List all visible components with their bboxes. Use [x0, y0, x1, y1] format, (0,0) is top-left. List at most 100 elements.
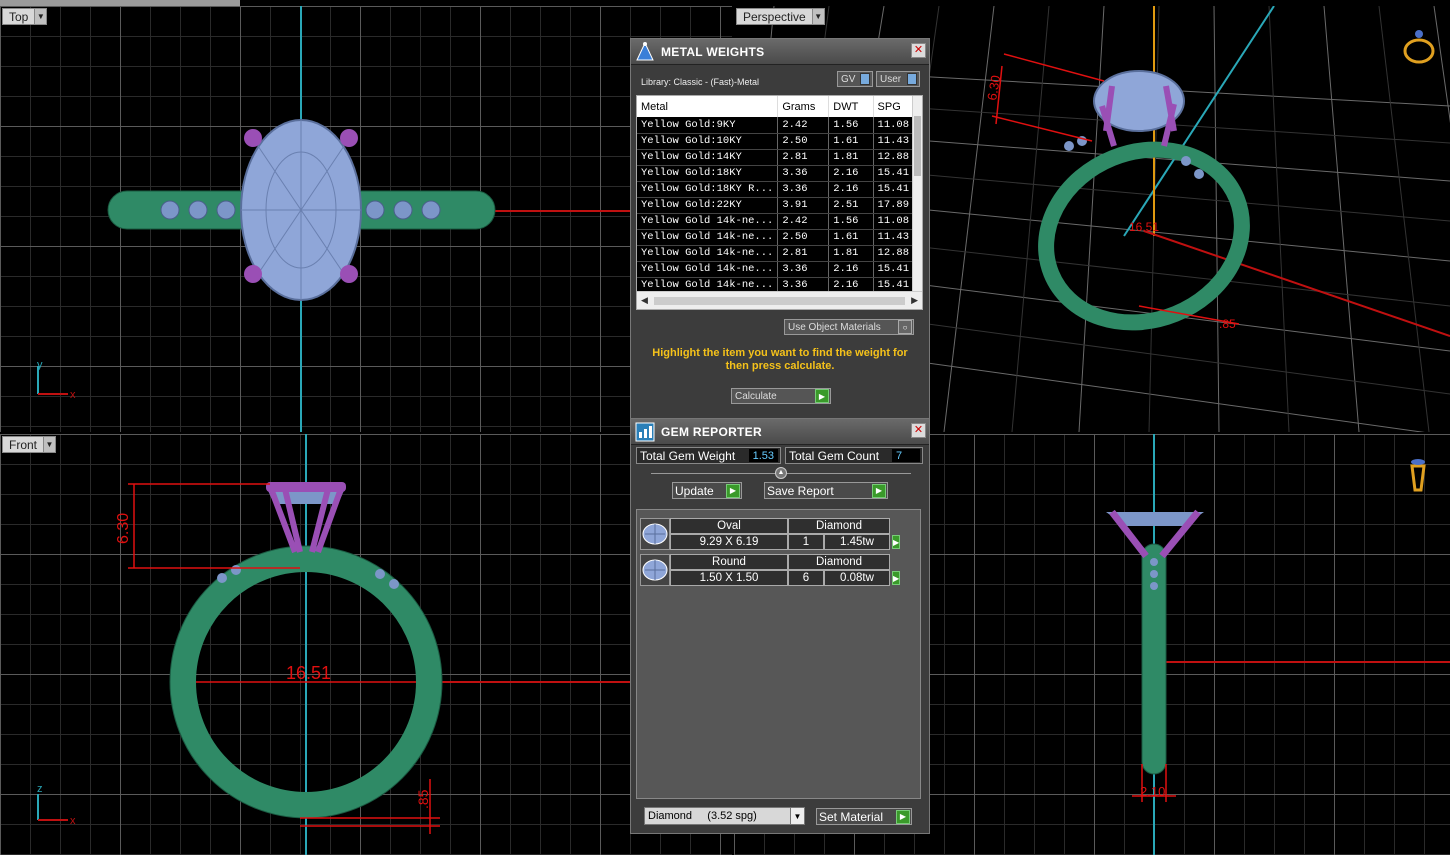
table-cell: Yellow Gold 14k-ne... [637, 245, 779, 262]
total-gem-weight-label: Total Gem Weight [640, 448, 736, 463]
column-header[interactable]: DWT [828, 96, 874, 117]
table-cell: 1.81 [828, 245, 874, 262]
table-cell: 2.50 [777, 133, 830, 150]
table-cell: 3.36 [777, 261, 830, 278]
side-width-dim: 2.10 [1140, 784, 1165, 799]
axis-x-label: x [70, 815, 76, 827]
gem-size: 1.50 X 1.50 [670, 570, 788, 586]
update-button[interactable]: Update ▶ [672, 482, 742, 499]
play-icon[interactable]: ▶ [892, 571, 901, 585]
table-row[interactable]: Yellow Gold:22KY 3.91 2.51 17.89 [637, 197, 916, 214]
gem-material: Diamond [788, 518, 890, 534]
gv-label: GV [841, 73, 856, 85]
table-cell: 2.16 [828, 181, 874, 198]
instruction-text: Highlight the item you want to find the … [652, 347, 908, 372]
table-cell: 12.88 [873, 149, 916, 166]
horizontal-scrollbar[interactable]: ◀ ▶ [637, 291, 922, 309]
table-row[interactable]: Yellow Gold 14k-ne... 2.50 1.61 11.43 [637, 229, 916, 246]
table-cell: 2.16 [828, 261, 874, 278]
ring-side-nav-icon[interactable] [1410, 459, 1426, 492]
table-cell: 1.61 [828, 133, 874, 150]
column-header[interactable]: Metal [637, 96, 779, 117]
gem-reporter-titlebar[interactable]: GEM REPORTER ✕ [631, 419, 929, 445]
play-icon[interactable]: ▶ [892, 535, 901, 549]
chevron-down-icon: ▼ [43, 437, 56, 452]
metal-weights-titlebar[interactable]: METAL WEIGHTS ✕ [631, 39, 929, 65]
gem-list[interactable]: Oval Diamond 9.29 X 6.19 1 1.45tw ▶ Round Diamo… [636, 509, 921, 799]
collapse-icon[interactable]: ▲ [775, 467, 787, 479]
save-report-button[interactable]: Save Report ▶ [764, 482, 888, 499]
gem-row[interactable]: Round Diamond 1.50 X 1.50 6 0.08tw ▶ [640, 554, 901, 586]
gem-qty: 1 [788, 534, 824, 550]
table-row[interactable]: Yellow Gold:14KY 2.81 1.81 12.88 [637, 149, 916, 166]
user-toggle[interactable]: User [876, 71, 920, 87]
viewport-top-menu[interactable]: Top ▼ [2, 8, 48, 25]
table-row[interactable]: Yellow Gold:9KY 2.42 1.56 11.08 [637, 117, 916, 134]
material-select[interactable]: Diamond (3.52 spg) ▼ [644, 807, 805, 825]
scroll-left-icon[interactable]: ◀ [641, 295, 648, 306]
metal-table[interactable]: Metal Grams DWT SPG Yellow Gold:9KY 2.42 1… [636, 95, 923, 310]
scale-icon [636, 41, 654, 60]
total-gem-count-label: Total Gem Count [789, 448, 880, 463]
ring-nav-icon[interactable] [1403, 30, 1435, 64]
total-gem-count: Total Gem Count 7 [785, 447, 923, 464]
gem-reporter-title: GEM REPORTER [661, 424, 762, 439]
table-row[interactable]: Yellow Gold 14k-ne... 2.81 1.81 12.88 [637, 245, 916, 262]
viewport-front-label: Front [9, 437, 38, 452]
set-material-button[interactable]: Set Material ▶ [816, 808, 912, 825]
table-row[interactable]: Yellow Gold 14k-ne... 2.42 1.56 11.08 [637, 213, 916, 230]
column-header[interactable]: Grams [777, 96, 830, 117]
gem-qty: 6 [788, 570, 824, 586]
total-gem-weight-value: 1.53 [748, 449, 778, 462]
viewport-front-menu[interactable]: Front ▼ [2, 436, 57, 453]
gem-row[interactable]: Oval Diamond 9.29 X 6.19 1 1.45tw ▶ [640, 518, 901, 550]
use-object-materials-label: Use Object Materials [788, 321, 881, 333]
table-cell: Yellow Gold:18KY R... [637, 181, 779, 198]
save-report-label: Save Report [767, 483, 834, 498]
table-cell: 3.36 [777, 165, 830, 182]
use-object-materials-toggle[interactable]: Use Object Materials ○ [784, 319, 914, 335]
table-cell: Yellow Gold:18KY [637, 165, 779, 182]
table-row[interactable]: Yellow Gold:18KY R... 3.36 2.16 15.41 [637, 181, 916, 198]
close-icon[interactable]: ✕ [911, 423, 926, 438]
set-material-label: Set Material [819, 809, 884, 824]
axis-y-label: y [37, 359, 43, 371]
table-cell: 11.43 [873, 133, 916, 150]
vertical-scrollbar[interactable] [912, 96, 922, 293]
play-icon: ▶ [815, 389, 829, 403]
calculate-button[interactable]: Calculate ▶ [731, 388, 831, 404]
scroll-right-icon[interactable]: ▶ [911, 295, 918, 306]
gem-shape: Oval [670, 518, 788, 534]
metal-weights-panel: METAL WEIGHTS ✕ Library: Classic - (Fast… [630, 38, 930, 420]
chevron-down-icon: ▼ [790, 808, 804, 824]
persp-width-dim: 16.51 [1129, 220, 1159, 234]
tab-strip[interactable] [0, 0, 240, 6]
play-icon: ▶ [896, 809, 910, 824]
table-cell: 3.36 [777, 181, 830, 198]
front-height-dim: 6.30 [115, 513, 132, 544]
table-cell: 2.16 [828, 165, 874, 182]
table-row[interactable]: Yellow Gold 14k-ne... 3.36 2.16 15.41 [637, 261, 916, 278]
front-bottom-dim: .85 [415, 789, 431, 809]
axis-x-label: x [70, 389, 76, 401]
gv-toggle[interactable]: GV [837, 71, 873, 87]
viewport-top[interactable]: y x Top ▼ [0, 6, 732, 432]
table-cell: 11.43 [873, 229, 916, 246]
viewport-perspective-label: Perspective [743, 9, 806, 24]
column-header[interactable]: SPG [873, 96, 916, 117]
total-gem-count-value: 7 [892, 449, 920, 462]
table-row[interactable]: Yellow Gold:18KY 3.36 2.16 15.41 [637, 165, 916, 182]
axis-z-label: z [37, 783, 43, 795]
gem-material: Diamond [788, 554, 890, 570]
table-cell: 17.89 [873, 197, 916, 214]
table-row[interactable]: Yellow Gold:10KY 2.50 1.61 11.43 [637, 133, 916, 150]
close-icon[interactable]: ✕ [911, 43, 926, 58]
gem-icon [640, 518, 670, 550]
table-cell: Yellow Gold:22KY [637, 197, 779, 214]
table-header-row: Metal Grams DWT SPG [637, 96, 916, 117]
play-icon: ▶ [726, 483, 740, 498]
viewport-perspective-menu[interactable]: Perspective ▼ [736, 8, 825, 25]
gem-reporter-panel: GEM REPORTER ✕ Total Gem Weight 1.53 Tot… [630, 418, 930, 834]
table-cell: 2.81 [777, 149, 830, 166]
viewport-front[interactable]: 6.30 16.51 .85 z x Front ▼ [0, 434, 732, 855]
